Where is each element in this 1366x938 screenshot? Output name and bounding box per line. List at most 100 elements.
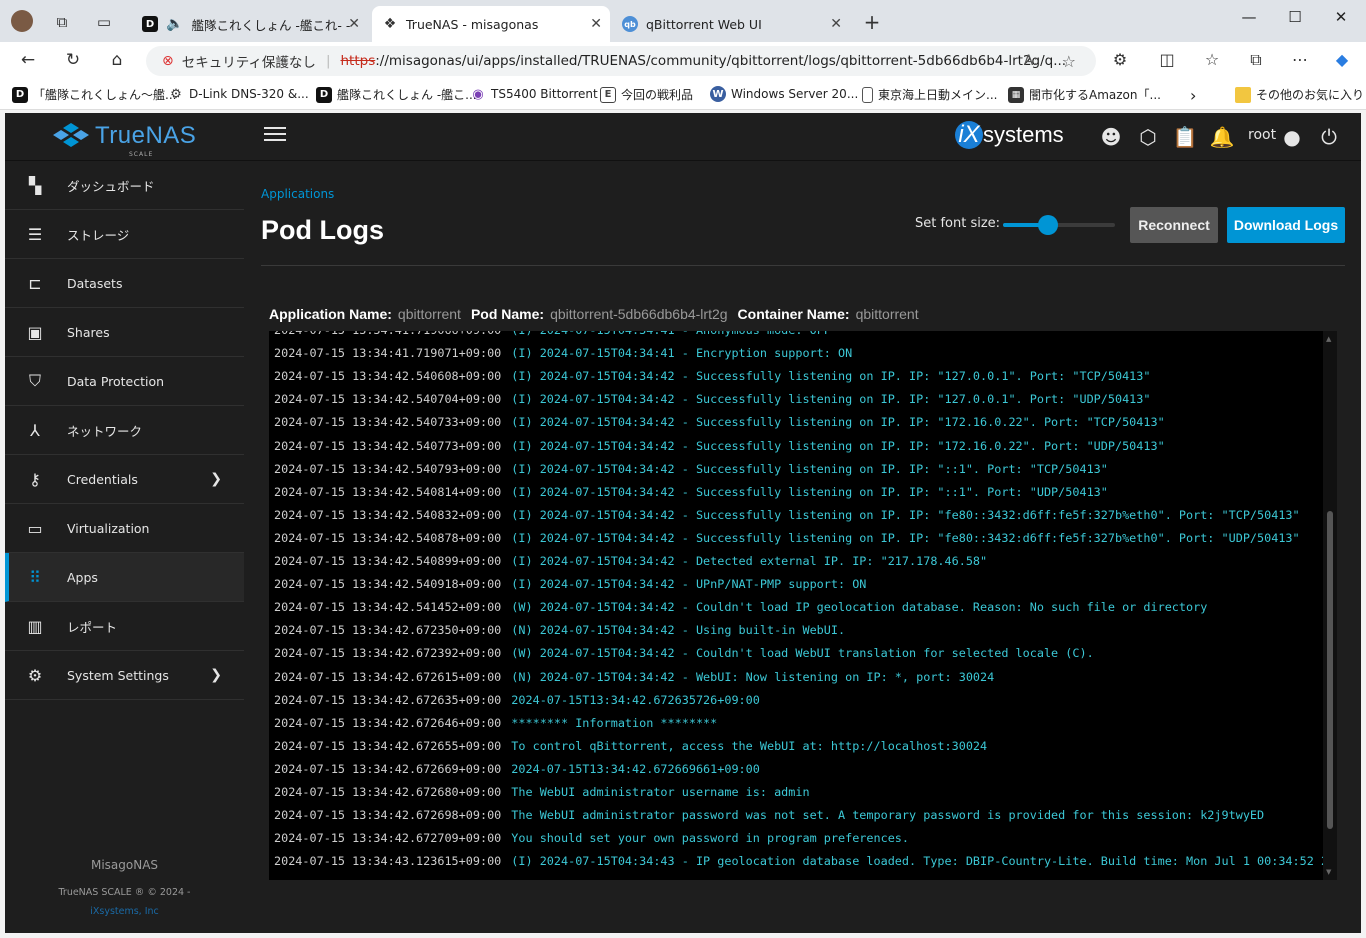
minimize-icon[interactable]: —: [1226, 8, 1272, 26]
refresh-icon[interactable]: ↻: [61, 50, 85, 70]
chevron-right-icon: ❯: [210, 667, 222, 683]
bookmark-item[interactable]: ⚙ D-Link DNS-320 &...: [168, 86, 308, 102]
new-tab-icon[interactable]: +: [860, 10, 884, 34]
log-line: 2024-07-15 13:34:42.540899+09:00 (I) 2024…: [274, 554, 987, 568]
bookmark-item[interactable]: 東京海上日動メイン...: [862, 86, 997, 103]
log-timestamp: 2024-07-15 13:34:42.672698+09:00: [274, 808, 502, 823]
log-timestamp: 2024-07-15 13:34:42.672669+09:00: [274, 761, 502, 776]
bookmarks-overflow-icon[interactable]: ›: [1190, 86, 1196, 105]
font-size-slider[interactable]: [1003, 215, 1115, 235]
account-icon[interactable]: ●: [1279, 125, 1305, 149]
log-message: (I) 2024-07-15T04:34:42 - Successfully l…: [511, 369, 1151, 384]
profile-avatar[interactable]: [10, 10, 34, 34]
user-name[interactable]: root: [1248, 127, 1276, 143]
back-icon[interactable]: ←: [16, 50, 40, 70]
truenas-logo[interactable]: TrueNAS SCALE: [51, 121, 197, 158]
sidebar-item-dashboard[interactable]: ▚ ダッシュボード: [5, 161, 244, 210]
sidebar-item-shares[interactable]: ▣ Shares: [5, 308, 244, 357]
laptop-icon: ▭: [27, 518, 43, 538]
window-close-icon[interactable]: ✕: [1318, 8, 1364, 26]
url-bar[interactable]: ⊗ セキュリティ保護なし | https ://misagonas/ui/app…: [146, 46, 1096, 76]
truecommand-icon[interactable]: ⬡: [1135, 125, 1161, 149]
maximize-icon[interactable]: ☐: [1272, 8, 1318, 26]
slider-thumb[interactable]: [1037, 215, 1058, 235]
notifications-bell-icon[interactable]: 🔔: [1209, 125, 1235, 149]
log-timestamp: 2024-07-15 13:34:42.540899+09:00: [274, 554, 502, 568]
read-aloud-icon[interactable]: A꞉: [1024, 53, 1038, 69]
tab-actions-icon[interactable]: ▭: [92, 10, 116, 34]
scroll-up-icon[interactable]: ▲: [1326, 335, 1331, 343]
tab-close-icon[interactable]: ✕: [590, 16, 602, 32]
tab-close-icon[interactable]: ✕: [348, 16, 360, 32]
log-line: 2024-07-15 13:34:42.672709+09:00 You shou…: [274, 831, 909, 845]
sidebar-item-system-settings[interactable]: ⚙ System Settings ❯: [5, 651, 244, 700]
jobs-clipboard-icon[interactable]: 📋: [1172, 125, 1198, 149]
bookmark-item[interactable]: D 艦隊これくしょん -艦こ...: [316, 86, 477, 103]
split-screen-icon[interactable]: ◫: [1155, 50, 1179, 69]
more-menu-icon[interactable]: ⋯: [1288, 50, 1312, 69]
sidebar-item-credentials[interactable]: ⚷ Credentials ❯: [5, 455, 244, 504]
favorites-icon[interactable]: ☆: [1200, 50, 1224, 69]
bookmark-item[interactable]: ◉ TS5400 Bittorrent: [470, 86, 597, 102]
log-viewer[interactable]: 2024-07-15 13:34:41.719066+09:00 (I) 2024…: [269, 331, 1337, 880]
truenas-app: TrueNAS SCALE iX systems ☻ ⬡ 📋 🔔 root ● ⏻…: [5, 113, 1361, 933]
sidebar-item-data-protection[interactable]: ⛉ Data Protection: [5, 357, 244, 406]
feedback-icon[interactable]: ☻: [1098, 125, 1124, 149]
speaker-icon[interactable]: 🔈: [166, 16, 183, 32]
top-bar: TrueNAS SCALE iX systems ☻ ⬡ 📋 🔔 root ● ⏻: [5, 113, 1361, 161]
workspaces-icon[interactable]: ⧉: [50, 10, 74, 34]
log-timestamp: 2024-07-15 13:34:42.540918+09:00: [274, 577, 502, 592]
log-message: (I) 2024-07-15T04:34:42 - Successfully l…: [511, 461, 1108, 476]
brand-name: TrueNAS: [95, 122, 197, 149]
log-message: 2024-07-15T13:34:42.672669661+09:00: [511, 761, 760, 776]
bookmark-item[interactable]: W Windows Server 20...: [710, 86, 858, 102]
download-logs-button[interactable]: Download Logs: [1227, 207, 1345, 243]
scroll-down-icon[interactable]: ▼: [1326, 868, 1331, 876]
log-message: (I) 2024-07-15T04:34:42 - Successfully l…: [511, 507, 1300, 522]
sidebar-item-network[interactable]: ⅄ ネットワーク: [5, 406, 244, 455]
sidebar-item-virtualization[interactable]: ▭ Virtualization: [5, 504, 244, 553]
qbittorrent-icon: qb: [622, 16, 638, 32]
favorite-star-icon[interactable]: ☆: [1062, 52, 1076, 71]
ixsystems-logo[interactable]: iX systems: [955, 121, 1064, 149]
sidebar-item-reports[interactable]: ▥ レポート: [5, 602, 244, 651]
tab-kancolle[interactable]: D 🔈 艦隊これくしょん -艦これ- - オン ✕: [132, 6, 368, 42]
log-message: (I) 2024-07-15T04:34:41 - Anonymous mode…: [511, 331, 831, 337]
security-text[interactable]: セキュリティ保護なし: [182, 51, 316, 71]
tab-close-icon[interactable]: ✕: [830, 16, 842, 32]
tab-qbittorrent[interactable]: qb qBittorrent Web UI ✕: [612, 6, 850, 42]
other-bookmarks[interactable]: その他のお気に入り: [1235, 86, 1364, 103]
sidebar-item-apps[interactable]: ⠿ Apps: [5, 553, 244, 602]
bookmark-item[interactable]: ▦ 闇市化するAmazon「...: [1008, 86, 1161, 103]
wordpress-icon: W: [710, 86, 726, 102]
bookmark-item[interactable]: D 「艦隊これくしょん～艦...: [12, 86, 176, 103]
key-icon: ⚷: [29, 469, 41, 489]
log-message: (W) 2024-07-15T04:34:42 - Couldn't load …: [511, 600, 1208, 615]
log-line: 2024-07-15 13:34:42.672698+09:00 The WebU…: [274, 808, 1264, 822]
menu-toggle-icon[interactable]: [264, 127, 286, 145]
sidebar-item-datasets[interactable]: ⊏ Datasets: [5, 259, 244, 308]
scrollbar-thumb[interactable]: [1327, 511, 1333, 829]
breadcrumb[interactable]: Applications: [261, 187, 334, 201]
power-icon[interactable]: ⏻: [1316, 125, 1342, 149]
address-toolbar: ← ↻ ⌂ ⊗ セキュリティ保護なし | https ://misagonas/…: [0, 42, 1366, 80]
reconnect-button[interactable]: Reconnect: [1130, 207, 1218, 243]
not-secure-icon[interactable]: ⊗: [162, 53, 174, 69]
sidebar-item-storage[interactable]: ☰ ストレージ: [5, 210, 244, 259]
log-line: 2024-07-15 13:34:42.672655+09:00 To contr…: [274, 739, 987, 753]
collections-icon[interactable]: ⧉: [1244, 50, 1268, 70]
company-link[interactable]: iXsystems, Inc: [5, 906, 244, 917]
extensions-icon[interactable]: ⚙: [1108, 50, 1132, 69]
dlink-icon: ⚙: [170, 86, 182, 102]
tab-truenas[interactable]: ❖ TrueNAS - misagonas ✕: [372, 6, 610, 42]
container-name-value: qbittorrent: [855, 306, 919, 322]
log-timestamp: 2024-07-15 13:34:42.540773+09:00: [274, 438, 502, 453]
log-scrollbar[interactable]: ▲ ▼: [1323, 331, 1337, 880]
home-icon[interactable]: ⌂: [105, 50, 129, 70]
log-message: (I) 2024-07-15T04:34:42 - Successfully l…: [511, 438, 1165, 453]
bookmark-item[interactable]: E 今回の戦利品: [600, 86, 693, 103]
log-message: (I) 2024-07-15T04:34:41 - Encryption sup…: [511, 346, 853, 361]
copilot-icon[interactable]: ◆: [1330, 50, 1354, 69]
log-message: (N) 2024-07-15T04:34:42 - Using built-in…: [511, 623, 846, 638]
log-message: (I) 2024-07-15T04:34:42 - Successfully l…: [511, 415, 1165, 430]
